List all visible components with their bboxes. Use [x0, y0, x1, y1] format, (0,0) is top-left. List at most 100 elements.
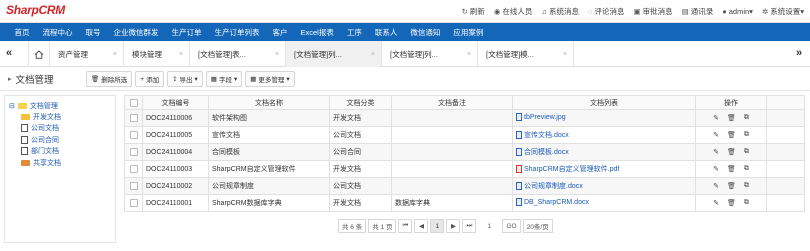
current-page[interactable]: 1: [430, 219, 445, 233]
nav-item-0[interactable]: 首页: [8, 27, 36, 38]
tree-item-2[interactable]: 公司合同: [21, 134, 111, 145]
fields-button[interactable]: ▦ 字段 ▾: [205, 71, 243, 87]
delete-icon[interactable]: 🗑: [727, 114, 736, 122]
next-page-button[interactable]: ▶: [446, 219, 461, 233]
last-page-button[interactable]: ⏭: [462, 219, 477, 233]
copy-icon[interactable]: ⧉: [744, 165, 749, 173]
tree-item-1[interactable]: 公司文档: [21, 123, 111, 134]
row-checkbox[interactable]: [129, 131, 138, 139]
edit-icon[interactable]: ✎: [713, 165, 719, 173]
delete-icon[interactable]: 🗑: [727, 199, 736, 207]
column-header-1[interactable]: 文档名称: [208, 95, 330, 110]
tab-4[interactable]: [文档管理]列... ×: [382, 41, 478, 67]
copy-icon[interactable]: ⧉: [744, 148, 749, 156]
tab-close-icon[interactable]: ×: [563, 51, 567, 58]
row-checkbox-cell[interactable]: [124, 177, 143, 195]
copy-icon[interactable]: ⧉: [744, 199, 749, 207]
first-page-button[interactable]: ⏮: [398, 219, 413, 233]
collapse-icon[interactable]: ⊟: [9, 102, 15, 110]
tab-close-icon[interactable]: ×: [113, 51, 117, 58]
nav-item-7[interactable]: Excel报表: [294, 27, 340, 38]
tab-prev-button[interactable]: «: [6, 47, 12, 59]
table-row[interactable]: DOC24110006 软件架构图 开发文档 tbPreview.jpg ✎ 🗑 ⧉: [124, 109, 805, 127]
prev-page-button[interactable]: ◀: [414, 219, 429, 233]
row-checkbox[interactable]: [129, 182, 138, 190]
top-action-0[interactable]: ↻ 刷新: [462, 6, 485, 17]
nav-item-2[interactable]: 取号: [79, 27, 107, 38]
tree-root[interactable]: ⊟ 文档管理: [9, 100, 111, 111]
more-manage-button[interactable]: ▦ 更多管理 ▾: [245, 71, 295, 87]
edit-icon[interactable]: ✎: [713, 199, 719, 207]
copy-icon[interactable]: ⧉: [744, 114, 749, 122]
row-checkbox-cell[interactable]: [124, 160, 143, 178]
nav-item-3[interactable]: 企业微信群发: [107, 27, 165, 38]
copy-icon[interactable]: ⧉: [744, 131, 749, 139]
nav-item-11[interactable]: 应用案例: [447, 27, 490, 38]
top-action-1[interactable]: ◉ 在线人员: [494, 6, 533, 17]
table-row[interactable]: DOC24110002 公司规章制度 公司文档 公司规章制度.docx ✎ 🗑 ⧉: [124, 177, 805, 195]
row-checkbox[interactable]: [129, 148, 138, 156]
export-button[interactable]: ⇪ 导出 ▾: [167, 71, 203, 87]
delete-icon[interactable]: 🗑: [727, 165, 736, 173]
delete-selected-button[interactable]: 🗑 删除所选: [86, 71, 133, 87]
top-action-3[interactable]: ◌ 评论消息: [588, 6, 624, 17]
copy-icon[interactable]: ⧉: [744, 182, 749, 190]
table-row[interactable]: DOC24110001 SharpCRM数据库字典 开发文档 数据库字典 DB_Shar…: [124, 194, 805, 212]
row-checkbox-cell[interactable]: [124, 109, 143, 127]
row-checkbox-cell[interactable]: [124, 126, 143, 144]
tree-item-4[interactable]: 共享文档: [21, 157, 111, 168]
edit-icon[interactable]: ✎: [713, 148, 719, 156]
nav-item-9[interactable]: 联系人: [368, 27, 404, 38]
tab-5[interactable]: [文档管理]模... ×: [478, 41, 574, 67]
add-button[interactable]: + 添加: [135, 71, 165, 87]
doc-file-link[interactable]: 公司规章制度.docx: [516, 181, 583, 191]
select-all-checkbox[interactable]: [124, 95, 143, 110]
doc-file-link[interactable]: SharpCRM自定义管理软件.pdf: [516, 164, 619, 174]
row-checkbox-cell[interactable]: [124, 194, 143, 212]
nav-item-10[interactable]: 微信通知: [404, 27, 447, 38]
row-checkbox[interactable]: [129, 114, 138, 122]
tab-next-button[interactable]: »: [796, 47, 802, 59]
nav-item-6[interactable]: 客户: [266, 27, 294, 38]
delete-icon[interactable]: 🗑: [727, 131, 736, 139]
doc-file-link[interactable]: 宣传文档.docx: [516, 130, 569, 140]
column-header-4[interactable]: 文档列表: [512, 95, 696, 110]
column-header-0[interactable]: 文档编号: [142, 95, 209, 110]
home-tab[interactable]: [28, 41, 50, 67]
table-row[interactable]: DOC24110005 宣传文档 公司文档 宣传文档.docx ✎ 🗑 ⧉: [124, 126, 805, 144]
nav-item-5[interactable]: 生产订单列表: [208, 27, 266, 38]
tab-close-icon[interactable]: ×: [371, 51, 375, 58]
top-action-7[interactable]: ✲ 系统设置▾: [762, 6, 804, 17]
table-row[interactable]: DOC24110003 SharpCRM自定义管理软件 开发文档 SharpCRM自定…: [124, 160, 805, 178]
page-size-select[interactable]: 20条/页: [522, 219, 553, 233]
delete-icon[interactable]: 🗑: [727, 148, 736, 156]
doc-file-link[interactable]: tbPreview.jpg: [516, 113, 566, 121]
top-action-6[interactable]: ● admin▾: [722, 6, 753, 17]
table-row[interactable]: DOC24110004 合同模板 公司合同 合同模板.docx ✎ 🗑 ⧉: [124, 143, 805, 161]
top-action-5[interactable]: ▤ 通讯录: [682, 6, 714, 17]
top-action-2[interactable]: ♫ 系统消息: [541, 6, 579, 17]
edit-icon[interactable]: ✎: [713, 114, 719, 122]
nav-item-8[interactable]: 工序: [340, 27, 368, 38]
nav-item-4[interactable]: 生产订单: [165, 27, 208, 38]
tab-close-icon[interactable]: ×: [275, 51, 279, 58]
delete-icon[interactable]: 🗑: [727, 182, 736, 190]
column-header-3[interactable]: 文档备注: [391, 95, 513, 110]
column-header-2[interactable]: 文档分类: [329, 95, 392, 110]
edit-icon[interactable]: ✎: [713, 131, 719, 139]
tree-item-3[interactable]: 部门文档: [21, 146, 111, 157]
tab-0[interactable]: 资产管理 ×: [50, 41, 124, 67]
checkbox[interactable]: [129, 98, 138, 107]
tab-close-icon[interactable]: ×: [467, 51, 471, 58]
top-action-4[interactable]: ▣ 审批消息: [634, 6, 673, 17]
row-checkbox-cell[interactable]: [124, 143, 143, 161]
doc-file-link[interactable]: 合同模板.docx: [516, 147, 569, 157]
goto-page-input[interactable]: 1: [478, 219, 501, 233]
tree-item-0[interactable]: 开发文档: [21, 111, 111, 122]
row-checkbox[interactable]: [129, 165, 138, 173]
nav-item-1[interactable]: 流程中心: [36, 27, 79, 38]
doc-file-link[interactable]: DB_SharpCRM.docx: [516, 198, 589, 206]
tab-close-icon[interactable]: ×: [179, 51, 183, 58]
tab-2[interactable]: [文档管理]表... ×: [190, 41, 286, 67]
tab-1[interactable]: 模块管理 ×: [124, 41, 190, 67]
